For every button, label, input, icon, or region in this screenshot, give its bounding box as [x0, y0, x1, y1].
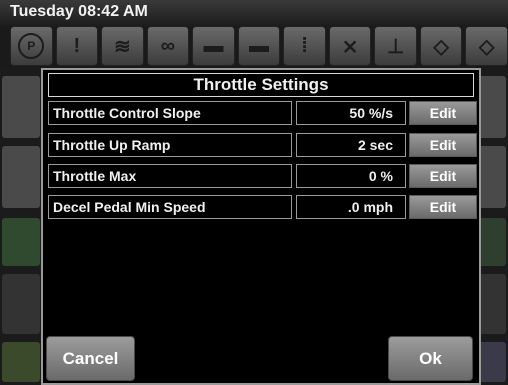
indicator-bar: P ! ≋ ∞ ▬ ▬ ⁞ ⨯ ⊥ ◇ ◇ — [10, 22, 508, 68]
indicator-glyph: ▬ — [249, 34, 269, 57]
edit-button[interactable]: Edit — [409, 133, 477, 157]
setting-label: Throttle Up Ramp — [48, 133, 292, 157]
background-tile — [478, 274, 506, 334]
background-tile — [478, 146, 506, 208]
background-tile — [478, 76, 506, 138]
setting-value: .0 mph — [296, 195, 406, 219]
coolant-icon[interactable]: ≋ — [101, 26, 144, 66]
battery-icon[interactable]: ▬ — [192, 26, 235, 66]
background-tile — [2, 342, 40, 382]
background-tile — [2, 274, 40, 334]
setting-value: 50 %/s — [296, 101, 406, 125]
indicator-glyph: ⁞ — [301, 34, 308, 57]
setting-value: 0 % — [296, 164, 406, 188]
throttle-settings-dialog: Throttle Settings Throttle Control Slope… — [41, 68, 481, 385]
background-tile — [478, 218, 506, 266]
setting-label: Throttle Control Slope — [48, 101, 292, 125]
edit-button[interactable]: Edit — [409, 101, 477, 125]
indicator-glyph: ≋ — [113, 35, 131, 58]
cancel-button[interactable]: Cancel — [46, 336, 135, 381]
background-tile — [2, 76, 40, 138]
background-panel-left — [0, 68, 42, 385]
indicator-glyph: ⨯ — [341, 35, 359, 58]
dialog-title: Throttle Settings — [48, 73, 474, 97]
indicator-glyph: ⊥ — [386, 35, 405, 58]
indicator-glyph: P — [18, 33, 45, 59]
background-tile — [2, 218, 40, 266]
edit-button[interactable]: Edit — [409, 195, 477, 219]
setting-label: Throttle Max — [48, 164, 292, 188]
parking-brake-icon[interactable]: P — [10, 26, 53, 66]
charging-icon[interactable]: ▬ — [237, 26, 281, 66]
indicator-glyph: ◇ — [433, 35, 449, 58]
regen-off-icon[interactable]: ⨯ — [328, 26, 372, 66]
indicator-glyph: ! — [73, 34, 81, 57]
indicator-glyph: ◇ — [479, 35, 495, 58]
fuel-level-icon[interactable]: ⊥ — [374, 26, 417, 66]
setting-label: Decel Pedal Min Speed — [48, 195, 292, 219]
indicator-glyph: ∞ — [160, 34, 176, 57]
edit-button[interactable]: Edit — [409, 164, 477, 188]
status-time: Tuesday 08:42 AM — [10, 3, 148, 20]
setting-value: 2 sec — [296, 133, 406, 157]
warning-icon[interactable]: ! — [55, 26, 99, 66]
ok-button[interactable]: Ok — [388, 336, 473, 381]
filter-icon[interactable]: ⁞ — [283, 26, 326, 66]
engine-stop-icon[interactable]: ◇ — [465, 26, 508, 66]
engine-check-icon[interactable]: ◇ — [419, 26, 463, 66]
oil-icon[interactable]: ∞ — [146, 26, 190, 66]
background-tile — [2, 146, 40, 208]
indicator-glyph: ▬ — [203, 34, 224, 57]
background-tile — [478, 342, 506, 382]
